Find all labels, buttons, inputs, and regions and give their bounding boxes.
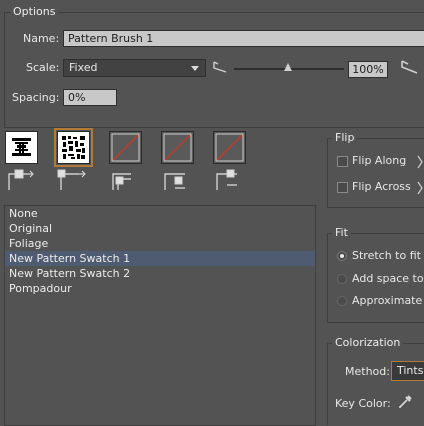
flip-across-icon <box>417 181 423 195</box>
no-pattern-icon <box>215 133 244 162</box>
scale-slider-thumb[interactable] <box>284 63 292 71</box>
small-brush-icon <box>213 61 227 73</box>
approximate-path-label: Approximate p <box>352 294 424 307</box>
outer-corner-type-icon <box>57 169 86 190</box>
list-item-selected[interactable]: New Pattern Swatch 1 <box>5 251 315 266</box>
list-item[interactable]: Foliage <box>5 236 315 251</box>
flip-along-checkbox[interactable] <box>337 156 348 167</box>
flip-across-checkbox[interactable] <box>337 182 348 193</box>
name-field[interactable]: Pattern Brush 1 <box>63 30 424 47</box>
add-space-label: Add space to <box>352 272 424 285</box>
start-tile-type-icon <box>164 173 185 190</box>
scale-mode-value: Fixed <box>69 61 98 74</box>
method-value: Tints <box>397 364 424 377</box>
side-tile-pattern-icon <box>12 138 31 156</box>
colorization-group <box>327 343 424 425</box>
end-tile-type-icon <box>216 169 237 190</box>
scale-value-field[interactable]: 100% <box>348 61 388 78</box>
flip-group-title: Flip <box>332 132 358 144</box>
start-tile[interactable] <box>161 131 194 164</box>
inner-corner-type-icon <box>112 173 131 190</box>
stretch-to-fit-label: Stretch to fit <box>352 249 421 262</box>
list-item[interactable]: None <box>5 206 315 221</box>
chevron-down-icon <box>191 66 199 71</box>
flip-along-icon <box>417 155 423 169</box>
method-dropdown[interactable]: Tints <box>391 361 424 381</box>
no-pattern-icon <box>163 133 192 162</box>
list-item[interactable]: New Pattern Swatch 2 <box>5 266 315 281</box>
list-item[interactable]: Original <box>5 221 315 236</box>
outer-corner-tile[interactable] <box>54 128 93 167</box>
colorization-group-title: Colorization <box>332 337 404 349</box>
outer-corner-pattern-icon <box>61 135 86 160</box>
spacing-field[interactable]: 0% <box>63 89 117 106</box>
fit-group-title: Fit <box>332 227 351 239</box>
list-item[interactable]: Pompadour <box>5 281 315 296</box>
scale-mode-dropdown[interactable]: Fixed <box>63 59 206 77</box>
options-group-title: Options <box>10 6 59 18</box>
name-label: Name: <box>23 32 60 45</box>
side-tile-type-icon <box>8 169 34 190</box>
end-tile[interactable] <box>213 131 246 164</box>
large-brush-icon <box>401 60 418 74</box>
eyedropper-icon[interactable] <box>397 394 413 410</box>
method-label: Method: <box>345 365 390 378</box>
inner-corner-tile[interactable] <box>109 131 142 164</box>
key-color-label: Key Color: <box>335 397 391 410</box>
spacing-label: Spacing: <box>12 91 60 104</box>
stretch-to-fit-radio[interactable] <box>337 251 347 261</box>
pattern-swatch-list[interactable]: None Original Foliage New Pattern Swatch… <box>4 205 316 426</box>
side-tile[interactable] <box>5 131 38 164</box>
approximate-path-radio[interactable] <box>337 296 347 306</box>
scale-label: Scale: <box>26 61 60 74</box>
no-pattern-icon <box>111 133 140 162</box>
flip-along-label: Flip Along <box>352 154 407 167</box>
flip-across-label: Flip Across <box>352 180 411 193</box>
add-space-radio[interactable] <box>337 274 347 284</box>
flip-group <box>327 138 424 208</box>
